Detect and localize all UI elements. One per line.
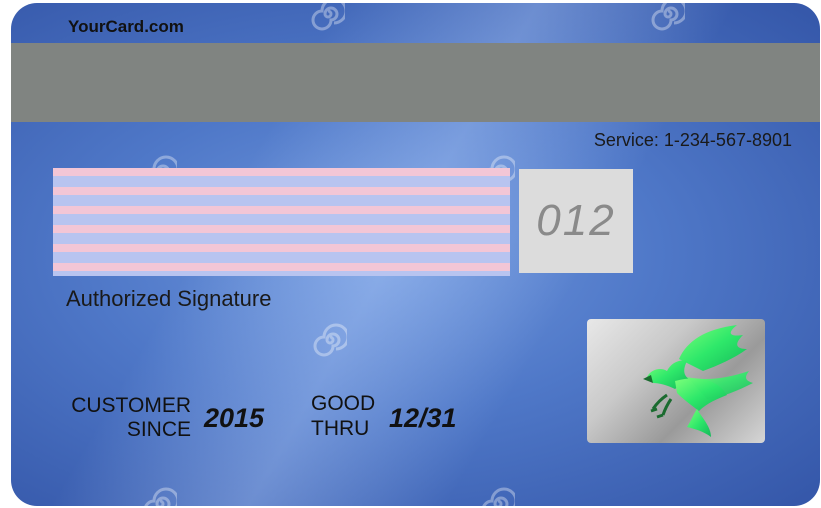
spiral-watermark-icon [311, 3, 345, 31]
hologram [587, 319, 765, 443]
spiral-watermark-icon [144, 487, 177, 506]
spiral-watermark-icon [313, 323, 347, 357]
spiral-watermark-icon [482, 487, 515, 506]
cvv-code: 012 [536, 196, 616, 245]
good-thru-label-line2: THRU [311, 417, 370, 440]
signature-panel [53, 168, 510, 276]
good-thru-label-line1: GOOD [311, 392, 376, 415]
service-phone: Service: 1-234-567-8901 [593, 130, 792, 150]
spiral-watermark-icon [651, 3, 685, 31]
good-thru-value: 12/31 [389, 403, 457, 433]
credit-card-back: YourCard.com Service: 1-234-567-8901 012… [11, 3, 820, 506]
customer-since-label-line1: CUSTOMER [71, 394, 191, 417]
signature-label: Authorized Signature [66, 286, 272, 311]
customer-since-value: 2015 [204, 403, 265, 433]
card-brand: YourCard.com [68, 17, 184, 36]
eagle-icon [643, 325, 753, 437]
customer-since-label: CUSTOMER SINCE [63, 394, 191, 442]
magnetic-stripe [11, 43, 820, 122]
good-thru-label: GOOD THRU [311, 391, 381, 441]
customer-since-label-line2: SINCE [126, 418, 191, 441]
cvv-box: 012 [519, 169, 633, 273]
